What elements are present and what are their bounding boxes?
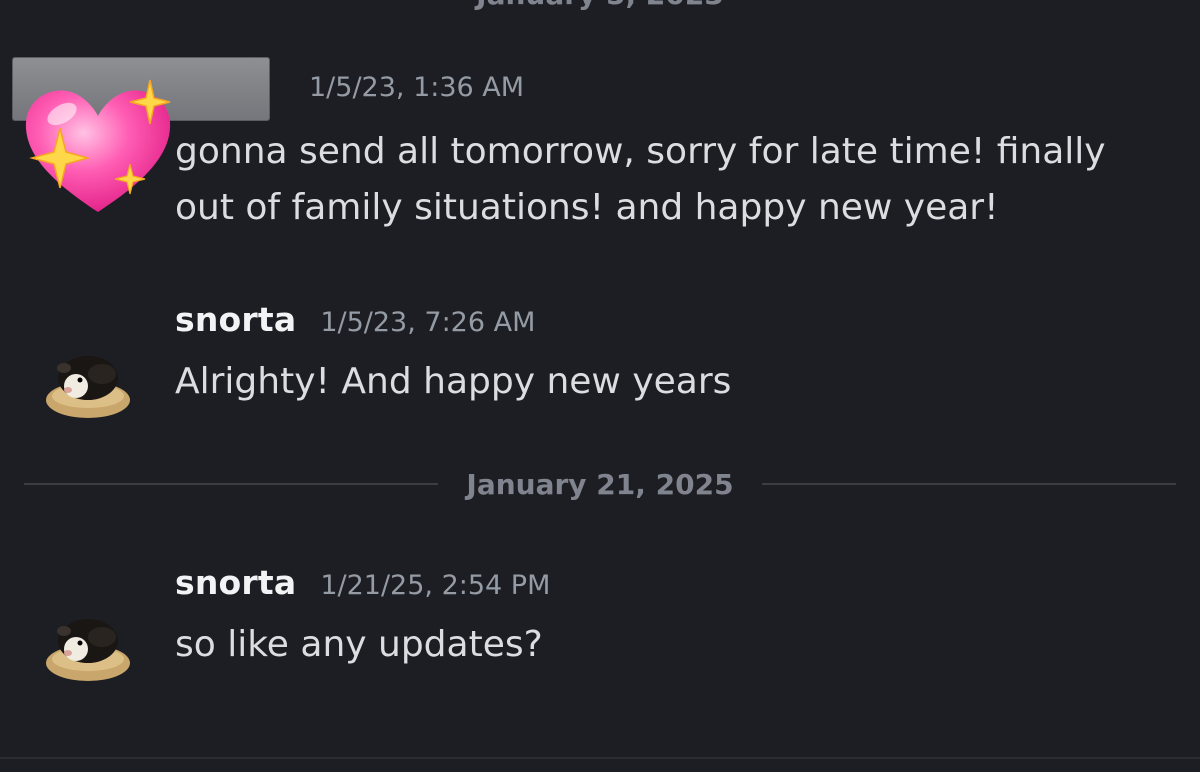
message-item[interactable]: snorta 1/21/25, 2:54 PM so like any upda…: [0, 563, 1200, 683]
chat-log: January 5, 2023: [0, 0, 1200, 772]
username[interactable]: snorta: [175, 300, 296, 339]
divider-line: [24, 483, 439, 485]
message-text: Alrighty! And happy new years: [175, 361, 732, 402]
guinea-pig-avatar[interactable]: [40, 597, 136, 693]
username[interactable]: snorta: [175, 563, 296, 602]
divider-line: [761, 483, 1177, 485]
message-item[interactable]: snorta 1/5/23, 7:26 AM Alrighty! And hap…: [0, 300, 1200, 420]
message-item[interactable]: 1/5/23, 1:36 AM gonna send all tomorrow,…: [0, 0, 1200, 260]
timestamp[interactable]: 1/5/23, 1:36 AM: [309, 72, 524, 103]
timestamp[interactable]: 1/5/23, 7:26 AM: [320, 307, 535, 338]
date-divider: January 21, 2025: [24, 464, 1177, 504]
guinea-pig-avatar[interactable]: [40, 334, 136, 430]
timestamp[interactable]: 1/21/25, 2:54 PM: [320, 570, 550, 601]
message-body: snorta 1/21/25, 2:54 PM so like any upda…: [175, 563, 1160, 673]
sparkling-heart-icon[interactable]: [18, 74, 178, 224]
composer-divider: [0, 757, 1200, 759]
message-body: 1/5/23, 1:36 AM gonna send all tomorrow,…: [175, 72, 1160, 236]
date-divider-label: January 21, 2025: [466, 467, 734, 501]
message-text: gonna send all tomorrow, sorry for late …: [175, 131, 1106, 228]
message-text: so like any updates?: [175, 624, 543, 665]
message-body: snorta 1/5/23, 7:26 AM Alrighty! And hap…: [175, 300, 1160, 410]
